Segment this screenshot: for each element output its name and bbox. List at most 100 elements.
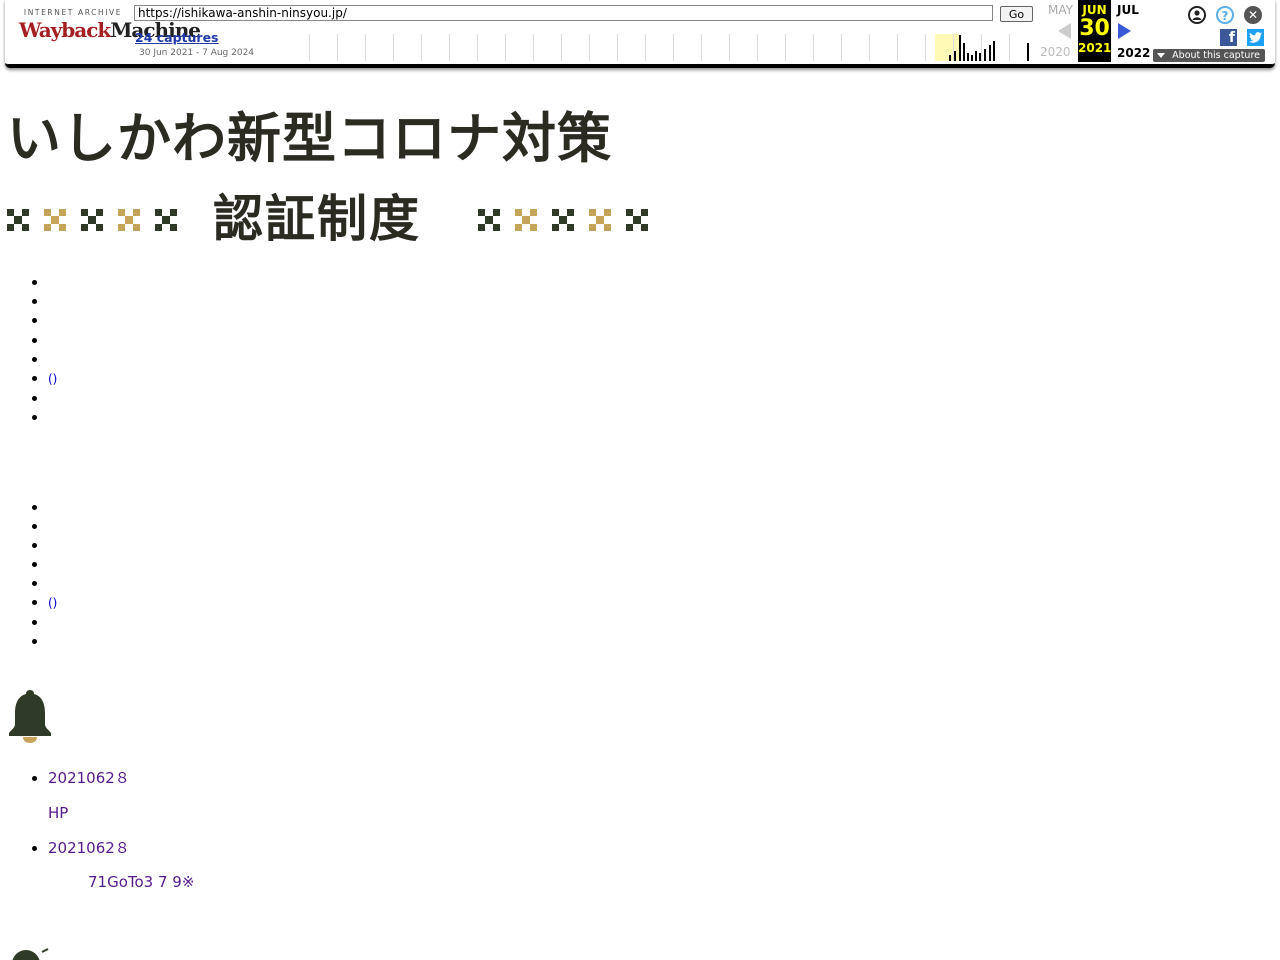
next-month-label[interactable]: JUL <box>1117 3 1139 17</box>
sparkline-year-tick <box>421 34 422 61</box>
current-day: 30 <box>1079 16 1110 41</box>
nav-item[interactable] <box>48 350 57 369</box>
wayback-url-input[interactable] <box>134 5 993 21</box>
sparkline-year-tick <box>393 34 394 61</box>
nav-sub-link[interactable]: () <box>48 594 57 613</box>
nav-item[interactable] <box>48 536 57 555</box>
pattern-tile-icon <box>44 209 66 231</box>
wayback-toolbar: INTERNET ARCHIVE WaybackMachine Go 24 ca… <box>5 0 1275 68</box>
secondary-nav: () <box>0 498 57 651</box>
help-icon[interactable]: ? <box>1216 6 1234 24</box>
pattern-tile-icon <box>626 209 648 231</box>
sparkline-year-tick <box>449 34 450 61</box>
prev-capture-arrow-icon[interactable] <box>1058 23 1071 39</box>
pattern-tile-icon <box>155 209 177 231</box>
user-account-icon[interactable] <box>1188 6 1206 24</box>
sparkline-year-tick <box>505 34 506 61</box>
sparkline-capture-bar <box>959 35 961 61</box>
capture-date-range: 30 Jun 2021 - 7 Aug 2024 <box>139 48 255 58</box>
news-list: 2021062８ HP 2021062８ 71GoTo3 7 9※ <box>0 768 1280 892</box>
nav-item[interactable] <box>48 574 57 593</box>
nav-item[interactable] <box>48 555 57 574</box>
sparkline-year-tick <box>785 34 786 61</box>
nav-item[interactable] <box>48 311 57 331</box>
sparkline-year-tick <box>757 34 758 61</box>
sparkline-year-tick <box>1009 34 1010 61</box>
pattern-tile-icon <box>478 209 500 231</box>
next-capture-arrow-icon[interactable] <box>1118 23 1131 39</box>
sparkline-capture-bar <box>979 53 981 61</box>
close-icon[interactable]: ✕ <box>1244 6 1262 24</box>
bell-icon <box>9 690 51 743</box>
nav-item[interactable] <box>48 632 57 651</box>
site-title-certification: 認証制度 <box>213 190 421 248</box>
sparkline-year-tick <box>617 34 618 61</box>
sparkline-capture-bar <box>971 55 973 61</box>
about-capture-button[interactable]: About this capture <box>1153 49 1265 62</box>
sparkline-year-tick <box>645 34 646 61</box>
site-title-line1: いしかわ新型コロナ対策 <box>7 107 612 170</box>
main-nav: () <box>0 273 57 427</box>
sparkline-year-tick <box>309 34 310 61</box>
nav-item[interactable] <box>48 613 57 632</box>
sparkline-year-tick <box>589 34 590 61</box>
next-year-label[interactable]: 2022 <box>1117 46 1150 60</box>
site-title-line2: 認証制度 <box>7 186 657 250</box>
facebook-share-icon[interactable]: f <box>1220 29 1237 46</box>
nav-item[interactable]: () <box>48 369 57 389</box>
news-body-link[interactable]: 71GoTo3 7 9※ <box>88 873 1280 892</box>
pattern-tile-icon <box>552 209 574 231</box>
sparkline-year-tick <box>673 34 674 61</box>
pattern-right-icon <box>478 209 648 231</box>
pattern-tile-icon <box>118 209 140 231</box>
sparkline-year-tick <box>813 34 814 61</box>
nav-sub-link[interactable]: () <box>48 370 57 389</box>
news-item[interactable]: 2021062８ 71GoTo3 7 9※ <box>48 838 1280 892</box>
sparkline-capture-bar <box>949 55 951 61</box>
sparkline-year-tick <box>841 34 842 61</box>
prev-month-label[interactable]: MAY <box>1048 3 1073 17</box>
news-date-link[interactable]: 2021062８ <box>48 768 1280 788</box>
sparkline-year-tick <box>337 34 338 61</box>
sparkline-year-tick <box>925 34 926 61</box>
nav-item[interactable] <box>48 408 57 427</box>
sparkline-year-tick <box>981 34 982 61</box>
nav-item[interactable] <box>48 331 57 350</box>
current-month: JUN <box>1082 3 1107 17</box>
sparkline-year-tick <box>533 34 534 61</box>
sparkline-capture-bar <box>963 43 965 61</box>
sparkline-capture-bar <box>993 41 995 61</box>
sparkline-year-tick <box>477 34 478 61</box>
nav-item[interactable] <box>48 292 57 311</box>
sparkline-capture-bar <box>1027 43 1029 61</box>
nav-item[interactable] <box>48 498 57 517</box>
pattern-tile-icon <box>81 209 103 231</box>
sparkline-capture-bar <box>989 45 991 61</box>
sparkline-capture-bar <box>984 49 986 61</box>
wayback-machine-wordmark: WaybackMachine <box>19 18 201 42</box>
go-button[interactable]: Go <box>1000 6 1033 22</box>
pattern-tile-icon <box>515 209 537 231</box>
next-section-icon <box>10 948 50 960</box>
captures-link[interactable]: 24 captures <box>135 30 219 45</box>
nav-item[interactable] <box>48 273 57 292</box>
prev-year-label[interactable]: 2020 <box>1040 45 1071 59</box>
news-title-link[interactable]: HP <box>48 803 1280 823</box>
internet-archive-label: INTERNET ARCHIVE <box>23 8 123 17</box>
pattern-left-icon <box>7 209 177 231</box>
capture-sparkline[interactable] <box>309 34 1037 61</box>
news-date-link[interactable]: 2021062８ <box>48 838 1280 858</box>
sparkline-year-tick <box>561 34 562 61</box>
sparkline-capture-bar <box>975 51 977 61</box>
nav-item[interactable] <box>48 517 57 536</box>
pattern-tile-icon <box>589 209 611 231</box>
current-capture-date: JUN 30 2021 <box>1078 0 1111 62</box>
news-item[interactable]: 2021062８ HP <box>48 768 1280 823</box>
pattern-tile-icon <box>7 209 29 231</box>
nav-item[interactable] <box>48 389 57 408</box>
twitter-share-icon[interactable] <box>1247 29 1264 46</box>
nav-item[interactable]: () <box>48 593 57 613</box>
sparkline-capture-bar <box>954 51 956 61</box>
sparkline-capture-bar <box>967 53 969 61</box>
wayback-logo[interactable]: INTERNET ARCHIVE WaybackMachine <box>19 8 201 52</box>
